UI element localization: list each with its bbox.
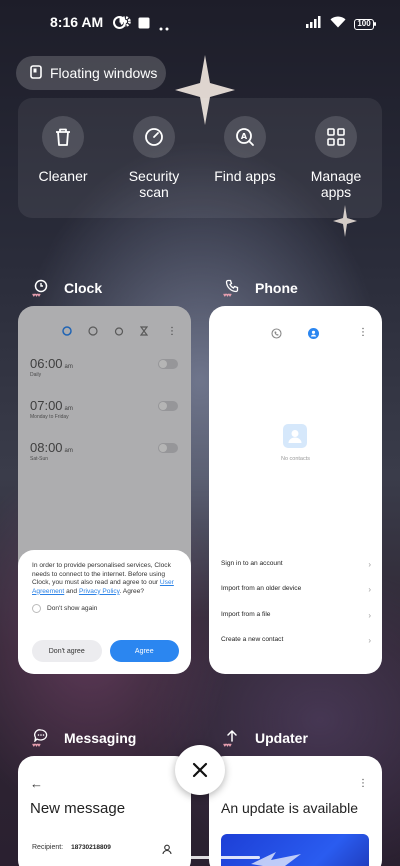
recipient-label: Recipient:	[32, 844, 64, 851]
privacy-dialog: In order to provide personalised service…	[18, 550, 191, 674]
hearts-icon: ♥♥♥	[32, 293, 41, 299]
cleaner-label: Cleaner	[38, 168, 88, 184]
recipient-value: 18730218809	[71, 844, 111, 851]
floating-windows-button[interactable]: Floating windows	[16, 56, 166, 90]
no-contacts-text: No contacts	[280, 456, 311, 462]
contacts-tab-icon[interactable]	[308, 328, 319, 339]
find-apps-icon: A	[224, 116, 266, 158]
hearts-icon: ♥♥♥	[223, 293, 232, 299]
dont-show-label: Don't show again	[47, 605, 98, 613]
messaging-card-header[interactable]: ♥♥♥ Messaging	[32, 729, 137, 751]
dialog-message: In order to provide personalised service…	[32, 562, 174, 595]
dont-show-again-option[interactable]: Don't show again	[32, 604, 181, 614]
status-bar: 8:16 AM 100	[0, 12, 400, 34]
phone-title: Phone	[255, 280, 298, 296]
create-contact-option[interactable]: Create a new contact ›	[221, 636, 371, 645]
gear-icon	[119, 15, 132, 33]
cleaner-button[interactable]: Cleaner	[18, 116, 108, 184]
clear-all-button[interactable]	[175, 745, 225, 795]
home-indicator[interactable]	[140, 856, 260, 859]
signal-icon	[306, 15, 322, 33]
security-scan-label: Security scan	[128, 168, 180, 200]
more-dots-icon	[159, 18, 169, 36]
gauge-icon	[133, 116, 175, 158]
battery-icon: 100	[354, 18, 376, 30]
wifi-icon	[330, 15, 346, 33]
floating-windows-label: Floating windows	[50, 65, 158, 81]
grid-icon	[315, 116, 357, 158]
hearts-icon: ♥♥♥	[32, 743, 41, 749]
status-time: 8:16 AM	[50, 14, 104, 30]
messaging-title: Messaging	[64, 730, 137, 746]
phone-app-card[interactable]: ⋮ No contacts Sign in to an account › Imp…	[209, 306, 382, 674]
updater-card-header[interactable]: ♥♥♥ Updater	[223, 729, 308, 751]
updater-title: Updater	[255, 730, 308, 746]
messaging-app-icon: ♥♥♥	[32, 729, 50, 751]
close-icon	[192, 762, 208, 778]
more-vertical-icon[interactable]: ⋮	[358, 778, 368, 789]
sign-in-option[interactable]: Sign in to an account ›	[221, 560, 371, 569]
quick-actions-panel: Cleaner Security scan A Find apps Manage…	[18, 98, 382, 218]
manage-apps-button[interactable]: Manage apps	[291, 116, 381, 200]
updater-app-icon: ♥♥♥	[223, 729, 241, 751]
svg-text:A: A	[241, 132, 248, 141]
import-older-device-option[interactable]: Import from an older device ›	[221, 585, 371, 594]
updater-app-card[interactable]: ⋮ An update is available	[209, 756, 382, 866]
new-message-heading: New message	[30, 800, 126, 817]
floating-window-icon	[30, 64, 42, 82]
clock-app-card[interactable]: ⋮ 06:00 am Daily 07:00 am Monday to Friday…	[18, 306, 191, 674]
find-apps-button[interactable]: A Find apps	[200, 116, 290, 184]
security-scan-button[interactable]: Security scan	[109, 116, 199, 200]
clock-app-icon: ♥♥♥	[32, 279, 50, 301]
import-file-option[interactable]: Import from a file ›	[221, 611, 371, 620]
update-heading: An update is available	[221, 800, 358, 816]
recents-tab-icon[interactable]	[271, 328, 282, 339]
messaging-app-card[interactable]: ← New message Recipient: 18730218809	[18, 756, 191, 866]
back-arrow-icon[interactable]: ←	[30, 776, 43, 791]
phone-card-header[interactable]: ♥♥♥ Phone	[223, 279, 298, 301]
hearts-icon: ♥♥♥	[223, 743, 232, 749]
update-banner-image	[221, 834, 369, 866]
find-apps-label: Find apps	[214, 168, 276, 184]
dont-show-checkbox[interactable]	[32, 604, 41, 614]
phone-app-icon: ♥♥♥	[223, 279, 241, 301]
trash-icon	[42, 116, 84, 158]
more-vertical-icon[interactable]: ⋮	[358, 327, 368, 338]
clock-card-header[interactable]: ♥♥♥ Clock	[32, 279, 103, 301]
phone-tabs	[271, 328, 319, 339]
manage-apps-label: Manage apps	[310, 168, 362, 200]
dont-agree-button[interactable]: Don't agree	[32, 640, 102, 662]
agree-button[interactable]: Agree	[109, 640, 179, 662]
app-square-icon	[138, 16, 150, 34]
contact-placeholder-icon	[283, 424, 307, 453]
privacy-policy-link[interactable]: Privacy Policy	[79, 588, 120, 595]
clock-title: Clock	[64, 280, 103, 296]
recipient-row[interactable]: Recipient: 18730218809	[32, 844, 111, 851]
